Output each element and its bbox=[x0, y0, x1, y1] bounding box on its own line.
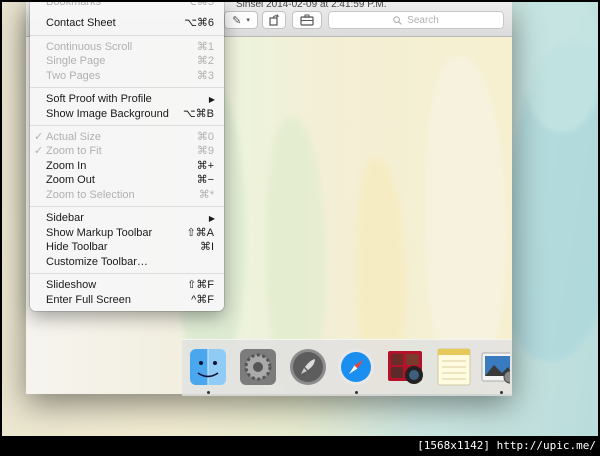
search-placeholder: Search bbox=[407, 14, 439, 26]
menu-item-show-markup-toolbar[interactable]: Show Markup Toolbar ⇧⌘A bbox=[30, 226, 224, 241]
chevron-down-icon: ▾ bbox=[246, 17, 250, 24]
dock-item-preview[interactable] bbox=[480, 347, 510, 387]
dock-item-launchpad[interactable] bbox=[288, 347, 328, 387]
menu-item-continuous-scroll[interactable]: Continuous Scroll ⌘1 bbox=[30, 40, 224, 55]
running-indicator bbox=[355, 391, 358, 394]
menu-item-zoom-out[interactable]: Zoom Out ⌘− bbox=[30, 173, 224, 188]
gear-icon bbox=[240, 349, 276, 385]
menu-item-soft-proof[interactable]: Soft Proof with Profile ▶ bbox=[30, 92, 224, 107]
notes-icon bbox=[437, 348, 471, 386]
pen-icon: ✎ bbox=[232, 14, 242, 27]
menu-item-actual-size[interactable]: ✓ Actual Size ⌘0 bbox=[30, 130, 224, 145]
menu-item-single-page[interactable]: Single Page ⌘2 bbox=[30, 54, 224, 69]
menu-separator bbox=[30, 206, 224, 207]
dock-item-system-preferences[interactable] bbox=[238, 347, 278, 387]
menu-separator bbox=[30, 273, 224, 274]
menu-item-customize-toolbar[interactable]: Customize Toolbar… bbox=[30, 255, 224, 270]
markup-dropdown-button[interactable]: ✎ ▾ bbox=[224, 11, 258, 29]
search-icon bbox=[393, 15, 403, 25]
rotate-button[interactable] bbox=[262, 11, 286, 29]
menu-item-hide-toolbar[interactable]: Hide Toolbar ⌘I bbox=[30, 240, 224, 255]
preview-icon bbox=[481, 352, 510, 384]
search-field[interactable]: Search bbox=[328, 11, 504, 29]
checkmark-icon: ✓ bbox=[34, 145, 44, 157]
watermark: [1568x1142] http://upic.me/ bbox=[417, 439, 596, 452]
submenu-arrow-icon: ▶ bbox=[208, 95, 215, 104]
running-indicator bbox=[500, 391, 503, 394]
toolbox-button[interactable] bbox=[292, 11, 322, 29]
menu-separator bbox=[30, 87, 224, 88]
desktop: Sinsei 2014-02-09 at 2:41:59 P.M. ✎ ▾ Se… bbox=[2, 2, 598, 436]
menu-separator bbox=[30, 35, 224, 36]
photo-booth-icon bbox=[388, 351, 423, 384]
menu-item-show-image-background[interactable]: Show Image Background ⌥⌘B bbox=[30, 107, 224, 122]
window-title: Sinsei 2014-02-09 at 2:41:59 P.M. bbox=[236, 2, 387, 8]
menu-item-enter-full-screen[interactable]: Enter Full Screen ^⌘F bbox=[30, 293, 224, 308]
toolbox-icon bbox=[300, 14, 314, 26]
checkmark-icon: ✓ bbox=[34, 131, 44, 143]
finder-icon bbox=[190, 349, 226, 385]
running-indicator bbox=[207, 391, 210, 394]
submenu-arrow-icon: ▶ bbox=[208, 214, 215, 223]
menu-item-zoom-in[interactable]: Zoom In ⌘+ bbox=[30, 159, 224, 174]
menu-item-sidebar[interactable]: Sidebar ▶ bbox=[30, 211, 224, 226]
menu-item-slideshow[interactable]: Slideshow ⇧⌘F bbox=[30, 278, 224, 293]
rocket-icon bbox=[290, 349, 326, 385]
menu-item-zoom-to-fit[interactable]: ✓ Zoom to Fit ⌘9 bbox=[30, 144, 224, 159]
menu-item-bookmarks[interactable]: Bookmarks ⌥⌘5 bbox=[30, 2, 224, 10]
dock-item-finder[interactable] bbox=[188, 347, 228, 387]
dock-item-photo-booth[interactable] bbox=[386, 347, 426, 387]
menu-separator bbox=[30, 125, 224, 126]
menu-item-zoom-to-selection[interactable]: Zoom to Selection ⌘* bbox=[30, 188, 224, 203]
menu-item-two-pages[interactable]: Two Pages ⌘3 bbox=[30, 69, 224, 84]
rotate-icon bbox=[268, 14, 279, 26]
view-menu: Bookmarks ⌥⌘5 Contact Sheet ⌥⌘6 Continuous… bbox=[30, 2, 224, 311]
dock-item-safari[interactable] bbox=[336, 347, 376, 387]
dock bbox=[182, 339, 512, 396]
compass-icon bbox=[338, 349, 374, 385]
menu-item-contact-sheet[interactable]: Contact Sheet ⌥⌘6 bbox=[30, 16, 224, 31]
dock-item-notes[interactable] bbox=[434, 347, 474, 387]
